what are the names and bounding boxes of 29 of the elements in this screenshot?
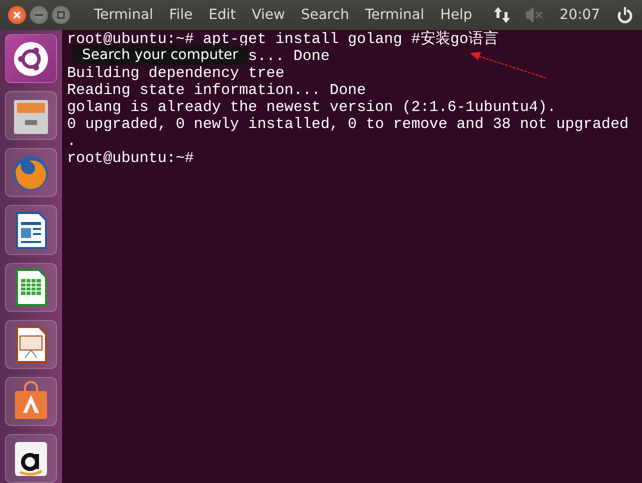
- maximize-button[interactable]: [52, 6, 70, 24]
- network-icon[interactable]: [494, 6, 510, 24]
- menu-item[interactable]: Terminal: [357, 4, 432, 26]
- menu-item[interactable]: Search: [292, 4, 358, 26]
- terminal-line: 0 upgraded, 0 newly installed, 0 to remove and 38 not upgraded: [67, 116, 629, 133]
- terminal-line: Reading state information... Done: [67, 82, 366, 99]
- launcher-item[interactable]: [5, 376, 57, 426]
- close-icon: [11, 9, 23, 21]
- terminal-line: Building dependency tree: [67, 65, 284, 82]
- launcher-item[interactable]: [5, 262, 57, 312]
- terminal-line: root@ubuntu:~#: [67, 150, 194, 167]
- close-button[interactable]: [8, 6, 26, 24]
- launcher-item[interactable]: [5, 320, 57, 369]
- launcher-item[interactable]: [5, 434, 57, 483]
- launcher-item[interactable]: [5, 205, 57, 254]
- launcher-item[interactable]: [5, 34, 57, 84]
- menu-item[interactable]: File: [161, 4, 201, 26]
- power-icon[interactable]: [616, 6, 634, 24]
- terminal-line: s... Done: [248, 48, 330, 65]
- clock[interactable]: 20:07: [560, 4, 600, 26]
- terminal-line: .: [67, 133, 76, 150]
- tooltip: Search your computer: [72, 45, 248, 65]
- menu-item[interactable]: Terminal: [86, 4, 162, 26]
- terminal-line: root@ubuntu:~# apt-get install golang #安装go语言: [67, 31, 498, 48]
- menu-item[interactable]: Edit: [200, 4, 244, 26]
- menu-item[interactable]: View: [244, 4, 293, 26]
- terminal-line: golang is already the newest version (2:1.6-1ubuntu4).: [67, 99, 556, 116]
- menu-item[interactable]: Help: [432, 4, 480, 26]
- maximize-icon: [55, 9, 67, 21]
